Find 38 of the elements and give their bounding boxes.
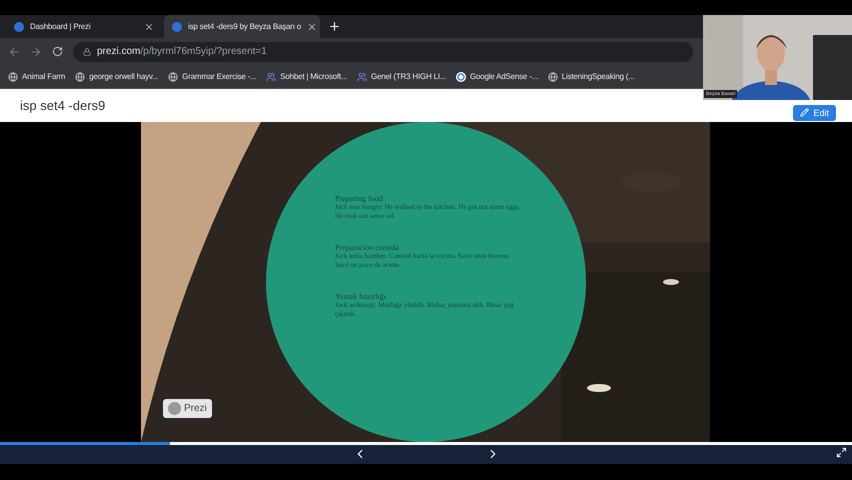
- globe-icon: [8, 72, 18, 82]
- favicon-icon: [172, 22, 182, 32]
- close-icon[interactable]: [307, 22, 318, 32]
- address-field[interactable]: prezi.com/p/byrml76m5yip/?present=1: [73, 42, 693, 62]
- pencil-icon: [800, 108, 810, 117]
- back-icon[interactable]: [8, 46, 20, 58]
- bookmark-link[interactable]: Grammar Exercise -...: [182, 72, 256, 81]
- globe-icon: [168, 72, 178, 82]
- expand-icon: [836, 447, 847, 458]
- new-tab-icon[interactable]: [328, 20, 341, 33]
- presentation-title: isp set4 -ders9: [20, 98, 106, 113]
- bookmark-link[interactable]: Genel (TR3 HIGH LI...: [371, 72, 446, 81]
- bookmark-link[interactable]: george orwell hayv...: [89, 72, 158, 81]
- people-icon: [357, 72, 367, 82]
- prezi-badge[interactable]: Prezi: [163, 399, 212, 418]
- bookmark-link[interactable]: ListeningSpeaking (...: [562, 72, 634, 81]
- fullscreen-button[interactable]: [836, 447, 847, 458]
- tab-title: isp set4 -ders9 by Beyza Başarı o: [188, 22, 302, 31]
- bookmark-link[interactable]: Sohbet | Microsoft...: [280, 72, 347, 81]
- bookmark-link[interactable]: Animal Farm: [22, 72, 66, 81]
- tab-title: Dashboard | Prezi: [30, 22, 92, 31]
- close-icon[interactable]: [144, 22, 154, 32]
- browser-tab[interactable]: Dashboard | Prezi: [6, 15, 162, 38]
- slide-heading: Yemek hazırlığı: [335, 292, 386, 302]
- slide-heading: Preparación comida: [335, 243, 400, 252]
- forward-icon[interactable]: [30, 46, 42, 58]
- globe-icon: [548, 72, 558, 82]
- globe-icon: [75, 72, 86, 82]
- badge-label: Prezi: [184, 403, 207, 414]
- logo-icon: [168, 402, 181, 415]
- browser-tab[interactable]: isp set4 -ders9 by Beyza Başarı o: [164, 15, 320, 38]
- bookmark-link[interactable]: Google AdSense -...: [470, 72, 538, 81]
- lock-icon: [83, 48, 91, 56]
- favicon-icon: [14, 22, 24, 32]
- slide-heading: Preparing food: [335, 194, 384, 203]
- reload-icon[interactable]: [52, 46, 63, 57]
- people-icon: [266, 72, 276, 82]
- edit-button[interactable]: Edit: [793, 104, 836, 120]
